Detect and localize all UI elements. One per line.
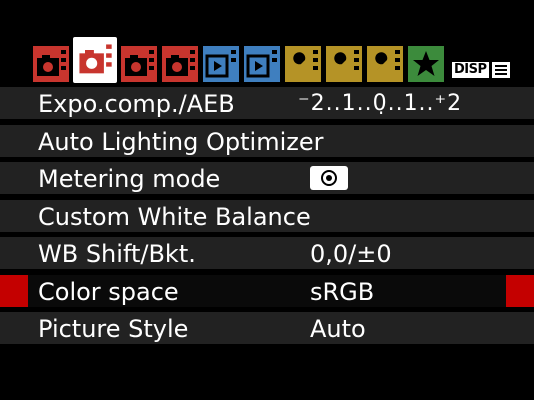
playback-icon (244, 46, 280, 82)
wrench-icon (367, 46, 403, 82)
menu-item-value: 0,0/±0 (310, 240, 392, 268)
list-icon (491, 62, 510, 78)
tab-shooting-menu-1[interactable] (32, 45, 70, 83)
menu-item-label: WB Shift/Bkt. (38, 240, 196, 268)
menu-item-label: Color space (38, 277, 179, 306)
tab-shooting-menu-4[interactable] (161, 45, 199, 83)
menu-list: Expo.comp./AEB ⁻2..1..0̣..1..⁺2 Auto Light… (0, 87, 534, 350)
tab-my-menu[interactable] (407, 45, 445, 83)
menu-item-custom-white-balance[interactable]: Custom White Balance (0, 199, 534, 232)
menu-item-wb-shift-bkt[interactable]: WB Shift/Bkt. 0,0/±0 (0, 237, 534, 269)
menu-item-label: Picture Style (38, 315, 189, 343)
menu-item-auto-lighting-optimizer[interactable]: Auto Lighting Optimizer (0, 124, 534, 157)
menu-item-expo-comp-aeb[interactable]: Expo.comp./AEB ⁻2..1..0̣..1..⁺2 (0, 87, 534, 119)
menu-item-value: sRGB (310, 277, 375, 306)
evaluative-metering-icon (310, 166, 348, 190)
tab-shooting-menu-3[interactable] (120, 45, 158, 83)
menu-item-value: Auto (310, 315, 366, 343)
tab-setup-menu-3[interactable] (366, 45, 404, 83)
menu-item-metering-mode[interactable]: Metering mode (0, 162, 534, 194)
menu-item-label: Auto Lighting Optimizer (38, 127, 324, 156)
menu-tab-strip (32, 37, 448, 83)
tab-playback-menu-1[interactable] (202, 45, 240, 83)
camera-icon (121, 46, 157, 82)
menu-item-label: Expo.comp./AEB (38, 90, 235, 118)
menu-item-label: Metering mode (38, 165, 221, 193)
camera-icon (33, 46, 69, 82)
menu-item-color-space[interactable]: Color space sRGB (0, 274, 534, 307)
disp-indicator: DISP (452, 62, 510, 78)
disp-label: DISP (452, 62, 489, 78)
camera-icon (162, 46, 198, 82)
playback-icon (203, 46, 239, 82)
menu-item-picture-style[interactable]: Picture Style Auto (0, 312, 534, 344)
tab-shooting-menu-2[interactable] (73, 37, 117, 83)
menu-item-label: Custom White Balance (38, 202, 311, 231)
wrench-icon (285, 46, 321, 82)
wrench-icon (326, 46, 362, 82)
camera-menu-screen: DISP Expo.comp./AEB ⁻2..1..0̣..1..⁺2 Auto … (0, 0, 534, 400)
exposure-scale: ⁻2..1..0̣..1..⁺2 (298, 91, 463, 116)
tab-setup-menu-1[interactable] (284, 45, 322, 83)
tab-playback-menu-2[interactable] (243, 45, 281, 83)
tab-setup-menu-2[interactable] (325, 45, 363, 83)
star-icon (408, 46, 444, 82)
camera-icon (75, 40, 115, 80)
